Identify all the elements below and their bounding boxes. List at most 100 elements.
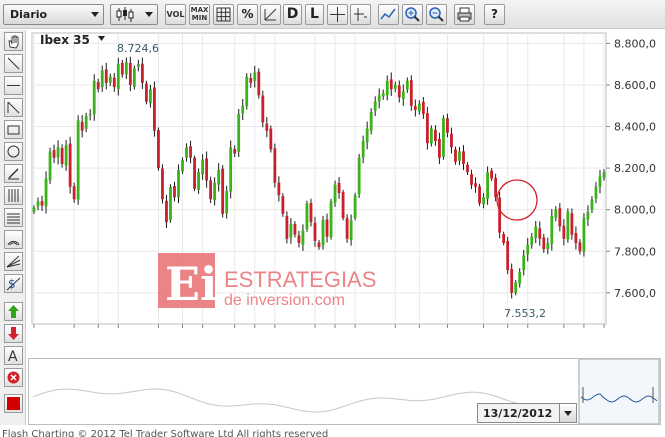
fibonacci-tool-button[interactable] xyxy=(4,186,23,205)
candle-body xyxy=(542,237,546,250)
volume-button[interactable]: VOL xyxy=(165,4,186,25)
candle-body xyxy=(241,105,245,114)
candle-body xyxy=(325,219,329,237)
cursor-line-button[interactable] xyxy=(350,4,371,25)
buy-arrow-tool-button[interactable] xyxy=(4,302,23,321)
candle-body xyxy=(446,118,449,133)
print-button[interactable] xyxy=(454,4,475,25)
candle-body xyxy=(209,180,213,200)
delete-drawings-button[interactable] xyxy=(4,368,23,387)
text-tool-button[interactable]: A xyxy=(4,346,23,365)
candle-body xyxy=(534,226,538,238)
hand-icon xyxy=(8,35,19,49)
chart-type-select[interactable] xyxy=(110,4,158,25)
candle-body xyxy=(474,183,477,187)
zoom-in-button[interactable] xyxy=(402,4,423,25)
candle-body xyxy=(538,228,542,239)
candle-body xyxy=(558,208,562,227)
candle-body xyxy=(100,70,104,88)
candle-body xyxy=(293,224,297,235)
fan-tool-button[interactable] xyxy=(4,252,23,271)
candle-body xyxy=(217,170,221,185)
help-button[interactable]: ? xyxy=(484,4,505,25)
candle-body xyxy=(44,178,48,207)
candle-body xyxy=(393,84,397,89)
candle-body xyxy=(466,164,469,173)
diagonal-line-icon xyxy=(7,101,20,114)
line-tool-button[interactable] xyxy=(4,54,23,73)
regression-tool-button[interactable]: $ xyxy=(4,274,23,293)
ray-tool-button[interactable] xyxy=(4,98,23,117)
crosshair-button[interactable] xyxy=(327,4,348,25)
candle-body xyxy=(32,207,36,212)
arc-icon xyxy=(7,240,20,246)
candle-body xyxy=(96,82,100,90)
grid-button[interactable] xyxy=(213,4,234,25)
horizontal-line-tool-button[interactable] xyxy=(4,76,23,95)
navigator-window xyxy=(578,358,660,425)
l-button[interactable]: L xyxy=(305,4,324,25)
candle-body xyxy=(494,177,498,198)
candle-body xyxy=(470,174,473,185)
candle-body xyxy=(510,269,514,293)
price-chart[interactable]: Ei ESTRATEGIAS de inversion.com 8.800,0 8… xyxy=(27,30,665,343)
candle-body xyxy=(173,185,176,198)
channel-tool-button[interactable] xyxy=(4,208,23,227)
chevron-down-icon xyxy=(91,12,99,17)
candle-body xyxy=(518,272,522,284)
candle-body xyxy=(112,77,116,88)
candle-body xyxy=(56,147,60,158)
candle-body xyxy=(498,197,502,233)
max-min-button[interactable]: MAX MIN xyxy=(189,4,210,25)
watermark-logo: Ei xyxy=(165,257,218,311)
log-scale-button[interactable] xyxy=(260,4,281,25)
candle-body xyxy=(76,120,80,200)
trend-button[interactable] xyxy=(378,4,399,25)
period-select[interactable]: Diario xyxy=(3,4,104,25)
candle-body xyxy=(221,168,225,214)
rectangle-tool-button[interactable] xyxy=(4,120,23,139)
date-select[interactable]: 13/12/2012 xyxy=(477,403,577,423)
candle-body xyxy=(417,103,421,112)
candle-body xyxy=(72,186,76,200)
candle-body xyxy=(462,151,465,164)
candle-body xyxy=(478,186,481,204)
candle-body xyxy=(349,220,353,241)
candle-body xyxy=(237,114,241,152)
d-button[interactable]: D xyxy=(283,4,302,25)
sell-arrow-tool-button[interactable] xyxy=(4,324,23,343)
arc-tool-button[interactable] xyxy=(4,230,23,249)
date-select-value: 13/12/2012 xyxy=(483,407,553,420)
candle-body xyxy=(269,128,273,150)
y-tick-label: 8.400,0 xyxy=(614,121,656,134)
pencil-tool-button[interactable] xyxy=(4,164,23,183)
help-button-label: ? xyxy=(491,7,498,21)
candle-body xyxy=(522,255,526,270)
date-dropdown-button[interactable] xyxy=(559,404,576,422)
circle-tool-button[interactable] xyxy=(4,142,23,161)
zoom-out-button[interactable] xyxy=(426,4,447,25)
delete-icon xyxy=(7,371,20,384)
candle-body xyxy=(68,143,72,187)
hand-tool-button[interactable] xyxy=(4,32,23,51)
color-picker-button[interactable] xyxy=(4,394,23,413)
grid-icon xyxy=(216,7,231,22)
candle-body xyxy=(586,211,590,220)
candle-body xyxy=(233,148,237,154)
candle-body xyxy=(213,182,217,201)
candle-body xyxy=(401,91,405,100)
candle-body xyxy=(421,101,425,115)
chevron-down-icon xyxy=(564,411,572,416)
candle-body xyxy=(341,192,345,218)
candle-body xyxy=(385,80,389,96)
candle-body xyxy=(261,95,265,123)
candle-body xyxy=(458,151,461,161)
candle-body xyxy=(554,209,558,218)
rectangle-icon xyxy=(7,125,20,135)
candle-body xyxy=(60,147,64,164)
max-callout: 8.724,6 xyxy=(117,42,159,55)
percent-button[interactable]: % xyxy=(237,4,258,25)
price-chart-svg[interactable]: Ei ESTRATEGIAS de inversion.com 8.800,0 8… xyxy=(27,30,665,343)
toolbar: Diario VOL MAX MIN % D L ? xyxy=(0,0,665,29)
candlestick-icon xyxy=(116,7,134,22)
